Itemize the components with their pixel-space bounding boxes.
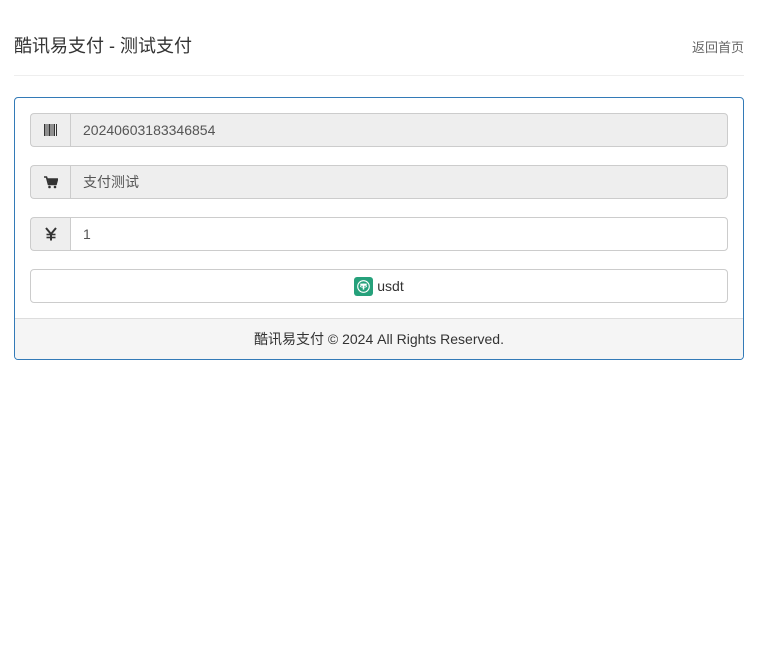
payment-panel: usdt 酷讯易支付 © 2024 All Rights Reserved. xyxy=(14,97,744,360)
page-header: 酷讯易支付 - 测试支付 返回首页 xyxy=(14,0,744,76)
tether-usdt-icon xyxy=(354,276,374,296)
amount-group xyxy=(30,217,728,251)
cart-icon xyxy=(30,165,70,199)
yen-icon xyxy=(30,217,70,251)
order-number-group xyxy=(30,113,728,147)
order-number-field[interactable] xyxy=(70,113,728,147)
product-name-group xyxy=(30,165,728,199)
page-title: 酷讯易支付 - 测试支付 xyxy=(14,36,192,56)
panel-footer: 酷讯易支付 © 2024 All Rights Reserved. xyxy=(15,318,743,359)
product-name-field[interactable] xyxy=(70,165,728,199)
amount-field[interactable] xyxy=(70,217,728,251)
pay-button-label: usdt xyxy=(377,278,404,294)
home-link[interactable]: 返回首页 xyxy=(692,39,744,57)
payment-form: usdt xyxy=(30,113,728,303)
copyright-text: 酷讯易支付 © 2024 All Rights Reserved. xyxy=(254,331,504,347)
usdt-pay-button[interactable]: usdt xyxy=(30,269,728,303)
barcode-icon xyxy=(30,113,70,147)
